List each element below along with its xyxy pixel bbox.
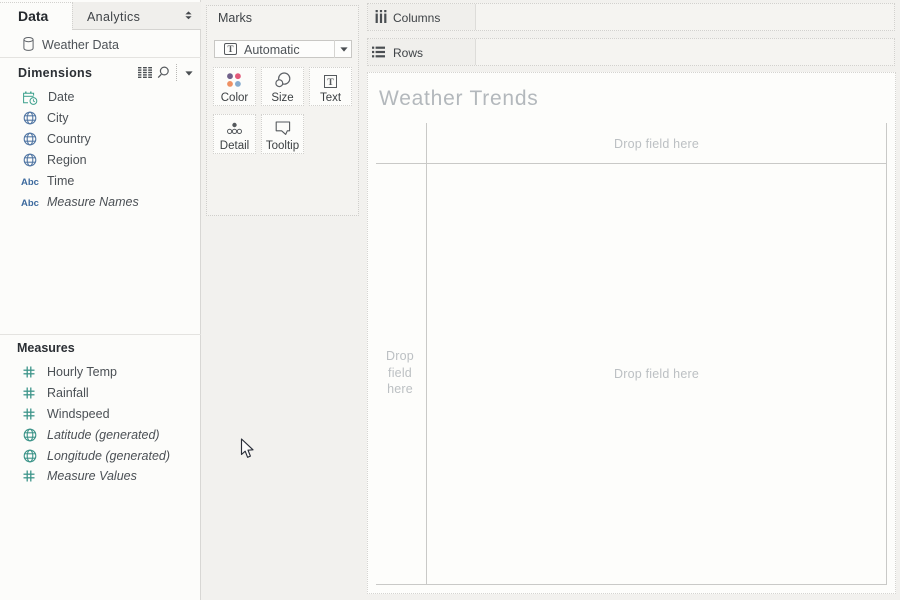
svg-text:T: T [227, 44, 233, 54]
svg-text:T: T [327, 78, 334, 88]
